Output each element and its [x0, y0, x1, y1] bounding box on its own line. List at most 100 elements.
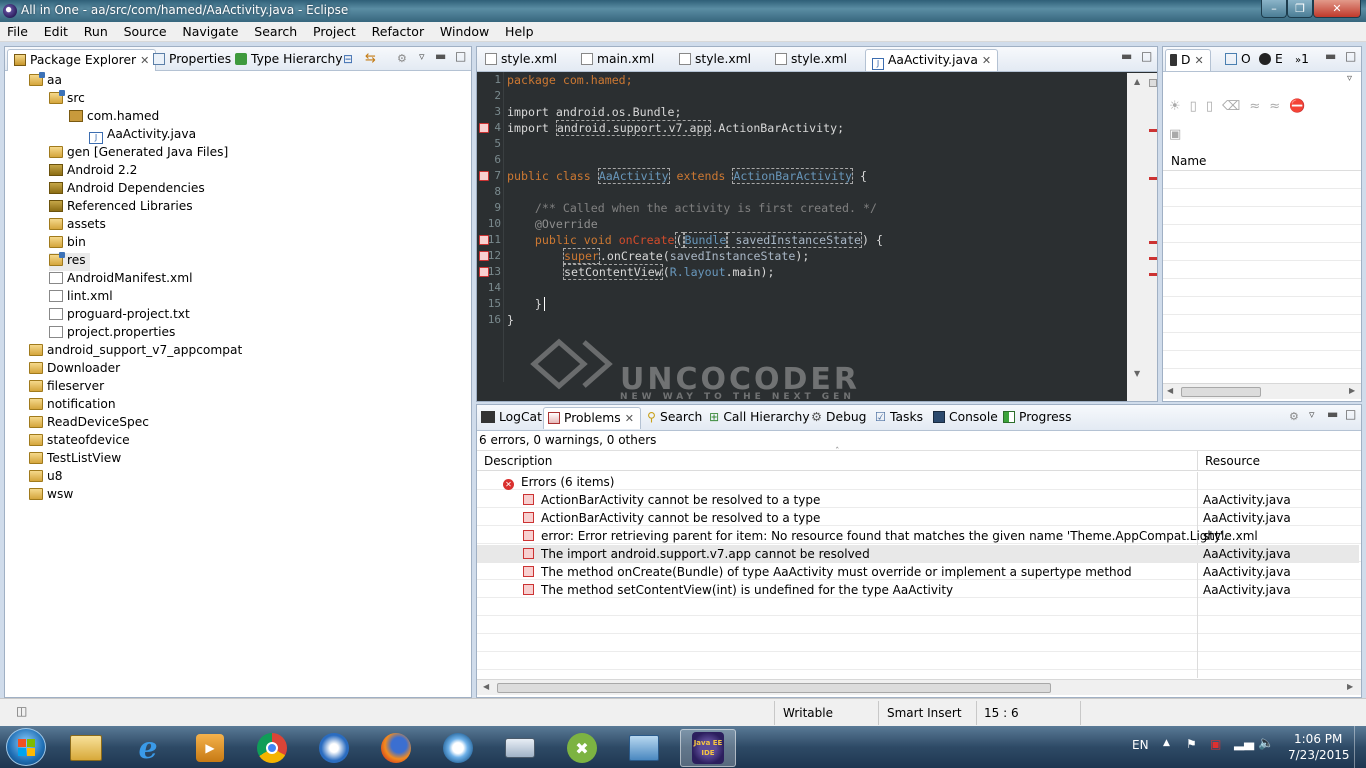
- menu-run[interactable]: Run: [77, 22, 113, 39]
- error-marker[interactable]: [1149, 241, 1157, 244]
- menu-file[interactable]: File: [0, 22, 33, 39]
- scroll-right-icon[interactable]: ▶: [1347, 682, 1353, 691]
- scroll-down-icon[interactable]: ▼: [1134, 369, 1140, 378]
- tab-search[interactable]: ⚲ Search: [643, 407, 708, 429]
- security-icon[interactable]: ▣: [1210, 737, 1221, 751]
- editor-tab-main-xml[interactable]: main.xml: [575, 49, 660, 71]
- method-profiling-icon[interactable]: ≈: [1269, 99, 1289, 114]
- tree-item-readdevicespec[interactable]: ReadDeviceSpec: [29, 415, 149, 433]
- table-row[interactable]: The method setContentView(int) is undefi…: [477, 581, 1359, 599]
- tab-type-hierarchy[interactable]: Type Hierarchy: [229, 49, 349, 71]
- update-threads-icon[interactable]: ≈: [1249, 99, 1269, 114]
- tab-progress[interactable]: Progress: [999, 407, 1077, 429]
- scroll-up-icon[interactable]: ▲: [1134, 77, 1140, 86]
- tree-item-testlistview[interactable]: TestListView: [29, 451, 121, 469]
- taskbar-ie[interactable]: e: [120, 729, 176, 767]
- code-error-token[interactable]: super: [563, 248, 600, 264]
- volume-icon[interactable]: 🔈: [1258, 736, 1274, 751]
- show-desktop-button[interactable]: [1354, 726, 1366, 768]
- view-menu-icon[interactable]: ⚙: [1289, 410, 1299, 423]
- show-hidden-icons-icon[interactable]: ▲: [1163, 738, 1170, 748]
- tab-outline[interactable]: O: [1221, 49, 1257, 71]
- tab-overflow[interactable]: »1: [1291, 49, 1315, 71]
- update-heap-icon[interactable]: ▯: [1190, 99, 1206, 114]
- taskbar-chrome[interactable]: [244, 729, 300, 767]
- network-icon[interactable]: ▂▄: [1234, 736, 1254, 751]
- menu-search[interactable]: Search: [247, 22, 302, 39]
- tab-devices[interactable]: D ✕: [1165, 49, 1211, 71]
- editor-tab-aaactivity[interactable]: J AaActivity.java ✕: [865, 49, 999, 71]
- error-marker-icon[interactable]: [479, 251, 489, 261]
- tree-item-com-hamed[interactable]: com.hamed: [69, 109, 159, 127]
- chevron-down-icon[interactable]: ▿: [419, 50, 425, 63]
- table-row[interactable]: ActionBarActivity cannot be resolved to …: [477, 491, 1359, 509]
- devices-horizontal-scrollbar[interactable]: ◀ ▶: [1163, 383, 1361, 399]
- error-marker-icon[interactable]: [479, 235, 489, 245]
- minimize-view-icon[interactable]: ▬: [1325, 49, 1336, 63]
- table-row[interactable]: The method onCreate(Bundle) of type AaAc…: [477, 563, 1359, 581]
- taskbar-keyboard[interactable]: [492, 729, 548, 767]
- start-button[interactable]: [6, 728, 46, 766]
- editor-tab-style-xml-1[interactable]: style.xml: [479, 49, 563, 71]
- clock-date[interactable]: 7/23/2015: [1288, 748, 1350, 762]
- table-row[interactable]: error: Error retrieving parent for item:…: [477, 527, 1359, 545]
- tree-item-aaactivity-java[interactable]: J AaActivity.java: [89, 127, 196, 145]
- scroll-left-icon[interactable]: ◀: [1167, 386, 1173, 395]
- taskbar-explorer[interactable]: [58, 729, 114, 767]
- taskbar-media-player[interactable]: ▶: [182, 729, 238, 767]
- tab-emulator[interactable]: E: [1255, 49, 1289, 71]
- tab-call-hierarchy[interactable]: ⊞ Call Hierarchy: [705, 407, 816, 429]
- tree-item-gen[interactable]: gen [Generated Java Files]: [49, 145, 228, 163]
- chevron-down-icon[interactable]: ▿: [1347, 73, 1352, 84]
- table-row[interactable]: ActionBarActivity cannot be resolved to …: [477, 509, 1359, 527]
- stop-process-icon[interactable]: ⛔: [1289, 99, 1314, 114]
- tab-properties[interactable]: Properties: [147, 49, 237, 71]
- tree-item-stateofdevice[interactable]: stateofdevice: [29, 433, 130, 451]
- maximize-view-icon[interactable]: □: [455, 49, 466, 63]
- error-marker-icon[interactable]: [479, 123, 489, 133]
- scroll-right-icon[interactable]: ▶: [1349, 386, 1355, 395]
- tree-item-src[interactable]: src: [49, 90, 85, 109]
- problems-horizontal-scrollbar[interactable]: ◀ ▶: [477, 679, 1361, 695]
- code-editor[interactable]: package com.hamed; import android.os.Bun…: [504, 72, 1125, 402]
- action-center-icon[interactable]: ⚑: [1186, 737, 1197, 751]
- error-marker-icon[interactable]: [479, 267, 489, 277]
- editor-tab-style-xml-3[interactable]: style.xml: [769, 49, 853, 71]
- dump-hprof-icon[interactable]: ▯: [1206, 99, 1222, 114]
- view-menu-icon[interactable]: ⚙: [397, 52, 407, 65]
- table-row-selected[interactable]: The import android.support.v7.app cannot…: [477, 545, 1359, 563]
- minimize-view-icon[interactable]: ▬: [1327, 407, 1338, 421]
- minimize-view-icon[interactable]: ▬: [1121, 49, 1132, 63]
- tree-item-project-properties[interactable]: project.properties: [49, 325, 175, 343]
- code-error-token[interactable]: android.support.v7.app: [555, 120, 712, 136]
- error-marker[interactable]: [1149, 257, 1157, 260]
- tree-item-downloader[interactable]: Downloader: [29, 361, 120, 379]
- taskbar-control-panel[interactable]: [616, 729, 672, 767]
- error-marker[interactable]: [1149, 129, 1157, 132]
- column-header-resource[interactable]: Resource: [1205, 454, 1260, 468]
- menu-navigate[interactable]: Navigate: [175, 22, 243, 39]
- taskbar-android-sdk[interactable]: ✖: [554, 729, 610, 767]
- menu-project[interactable]: Project: [306, 22, 361, 39]
- tree-item-referenced-libraries[interactable]: Referenced Libraries: [49, 199, 193, 217]
- error-marker[interactable]: [1149, 177, 1157, 180]
- menu-refactor[interactable]: Refactor: [365, 22, 429, 39]
- fast-view-icon[interactable]: ◫: [16, 704, 27, 718]
- maximize-view-icon[interactable]: □: [1141, 49, 1152, 63]
- minimize-button[interactable]: –: [1261, 0, 1287, 18]
- tree-item-android-dependencies[interactable]: Android Dependencies: [49, 181, 205, 199]
- chevron-down-icon[interactable]: ▿: [1309, 408, 1315, 421]
- problems-group-row[interactable]: ✕ Errors (6 items): [477, 473, 1359, 491]
- tree-item-appcompat[interactable]: android_support_v7_appcompat: [29, 343, 242, 361]
- tab-console[interactable]: Console: [929, 407, 1004, 429]
- close-window-button[interactable]: ✕: [1313, 0, 1361, 18]
- error-marker[interactable]: [1149, 273, 1157, 276]
- tree-item-notification[interactable]: notification: [29, 397, 116, 415]
- tree-item-androidmanifest[interactable]: AndroidManifest.xml: [49, 271, 192, 289]
- menu-source[interactable]: Source: [117, 22, 172, 39]
- editor-vertical-scrollbar[interactable]: ▲ ▼: [1127, 73, 1157, 401]
- debug-icon[interactable]: ☀: [1169, 99, 1190, 114]
- collapse-all-icon[interactable]: ⊟: [343, 52, 353, 66]
- close-icon[interactable]: ✕: [982, 54, 991, 67]
- menu-help[interactable]: Help: [498, 22, 539, 39]
